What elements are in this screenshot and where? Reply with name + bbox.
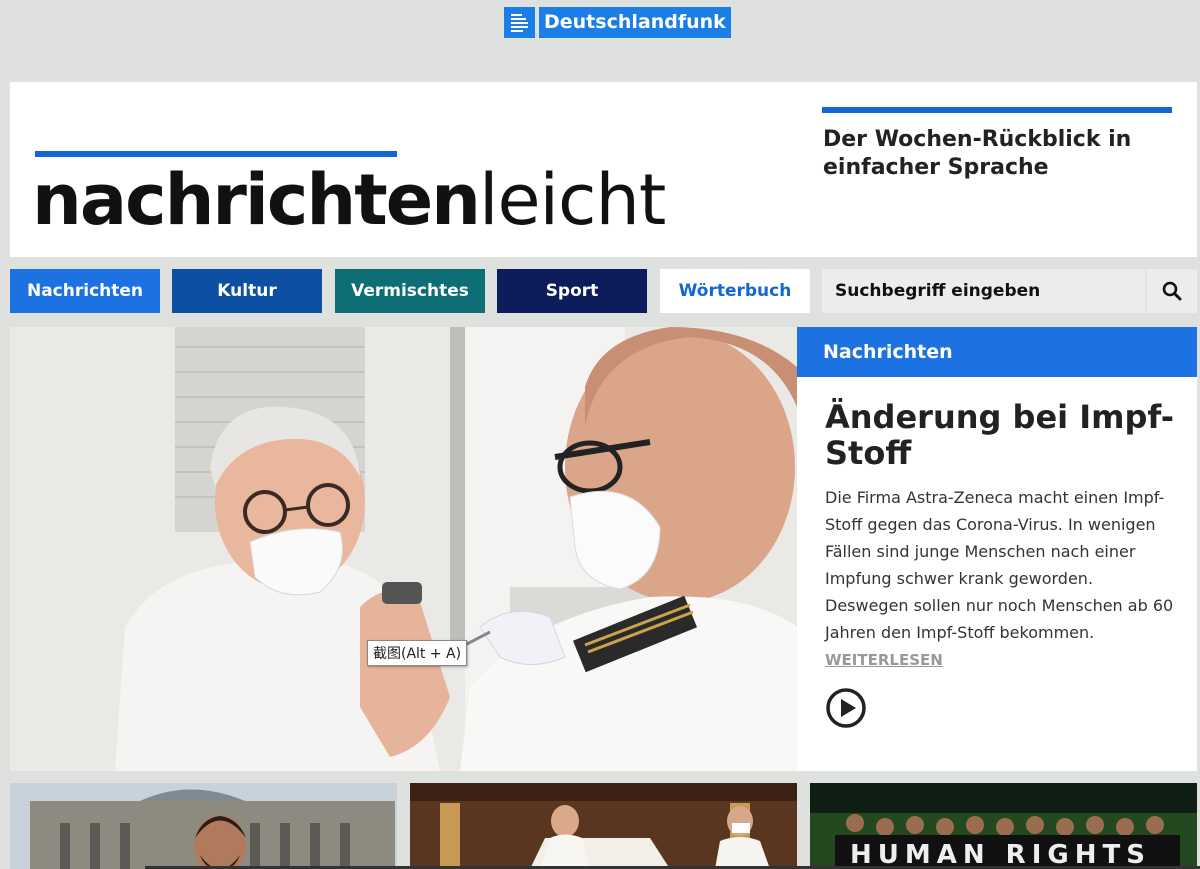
nav-woerterbuch[interactable]: Wörterbuch [660,269,810,313]
logo-light: leicht [479,159,666,241]
nav-vermischtes[interactable]: Vermischtes [335,269,485,313]
reichstag-thumb[interactable] [10,783,397,869]
site-logo[interactable]: nachrichtenleicht [32,159,666,241]
screenshot-tooltip: 截图(Alt + A) [367,640,468,666]
deutschlandfunk-logo[interactable]: Deutschlandfunk [504,7,731,38]
search-button[interactable] [1147,269,1197,313]
hero-article-panel: Nachrichten Änderung bei Impf-Stoff Die … [797,327,1197,771]
nav-kultur[interactable]: Kultur [172,269,322,313]
article-category[interactable]: Nachrichten [797,327,1197,377]
hero-image[interactable] [10,327,797,771]
brand-name: Deutschlandfunk [539,7,731,38]
pope-thumb[interactable] [410,783,797,869]
search-input[interactable] [822,269,1145,313]
nav-nachrichten[interactable]: Nachrichten [10,269,160,313]
tagline-accent-line [822,107,1172,113]
nav-sport[interactable]: Sport [497,269,647,313]
play-audio-button[interactable] [825,687,867,729]
article-title[interactable]: Änderung bei Impf-Stoff [825,399,1175,471]
deutschlandfunk-icon [504,7,535,38]
search-icon [1162,281,1182,301]
human-rights-caption: HUMAN RIGHTS [850,840,1151,869]
logo-accent-line [35,151,397,157]
read-more-link[interactable]: WEITERLESEN [825,651,943,669]
article-teaser: Die Firma Astra-Zeneca macht einen Impf-… [825,488,1174,642]
play-icon [826,688,866,728]
human-rights-thumb[interactable]: HUMAN RIGHTS [810,783,1197,869]
site-header: nachrichtenleicht Der Wochen-Rückblick i… [10,82,1197,257]
logo-bold: nachrichten [32,159,481,241]
site-tagline: Der Wochen-Rückblick in einfacher Sprach… [823,127,1132,180]
